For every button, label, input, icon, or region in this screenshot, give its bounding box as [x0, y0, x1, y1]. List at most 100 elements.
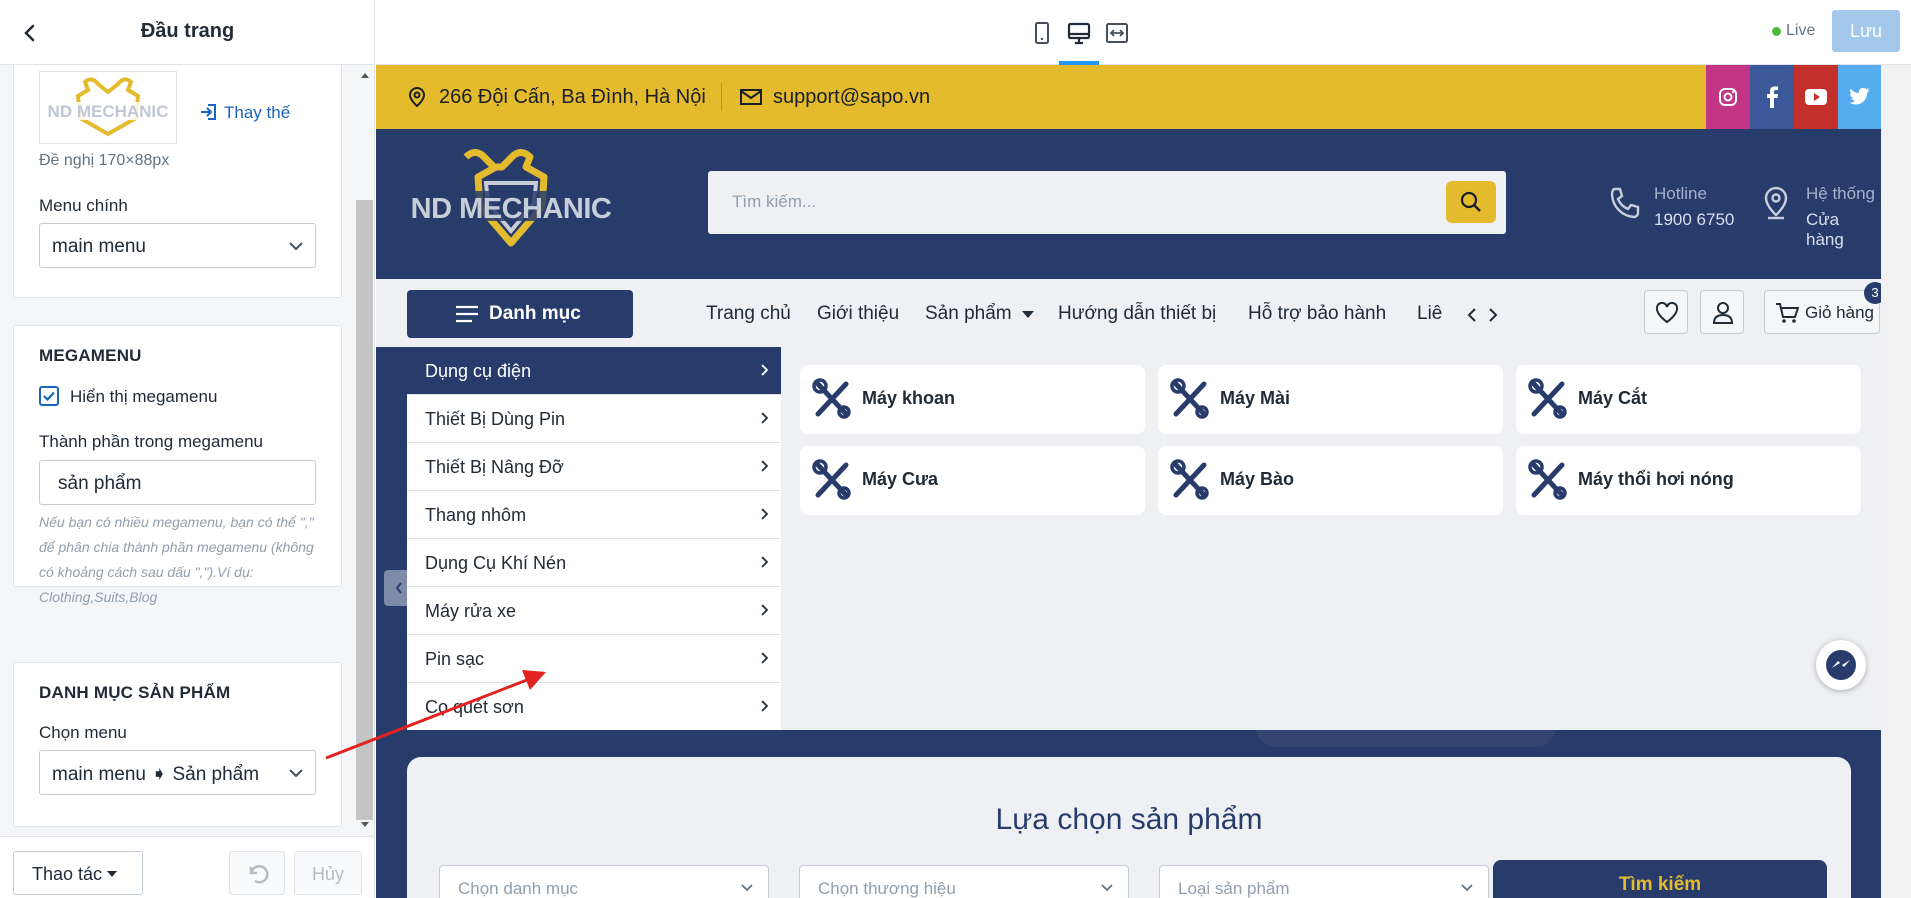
search-bar[interactable]: Tìm kiếm... [708, 171, 1506, 234]
preview-scrollbar[interactable] [1881, 65, 1911, 898]
cart-button[interactable]: Giỏ hàng [1764, 290, 1880, 334]
wishlist-button[interactable] [1644, 290, 1688, 334]
chevron-right-icon [761, 700, 769, 712]
product-search-button[interactable]: Tìm kiếm [1493, 860, 1827, 898]
show-megamenu-checkbox[interactable] [39, 386, 59, 406]
nav-about[interactable]: Giới thiệu [817, 303, 899, 325]
category-item[interactable]: Cọ quét sơn [407, 683, 781, 731]
category-item[interactable]: Thiết Bị Dùng Pin [407, 395, 781, 443]
undo-button[interactable] [229, 851, 285, 895]
actions-button[interactable]: Thao tác [13, 851, 143, 895]
category-filter-select[interactable]: Chọn danh mục [439, 865, 769, 898]
category-item[interactable]: Dụng cụ điện [407, 347, 781, 395]
megamenu-title: MEGAMENU [39, 346, 142, 365]
twitter-link[interactable] [1838, 65, 1881, 129]
nav-device-guide[interactable]: Hướng dẫn thiết bị [1058, 303, 1216, 325]
stores-value[interactable]: Cửa hàng [1806, 210, 1881, 250]
messenger-button[interactable] [1816, 640, 1866, 690]
subcategory-card[interactable]: Máy Bào [1158, 446, 1503, 515]
category-item[interactable]: Dụng Cụ Khí Nén [407, 539, 781, 587]
megamenu-card: MEGAMENU Hiển thị megamenu Thành phần tr… [13, 325, 342, 605]
store-address: 266 Đội Cấn, Ba Đình, Hà Nội [439, 86, 706, 108]
subcategory-label: Máy Bào [1220, 469, 1295, 489]
subcategory-card[interactable]: Máy thổi hơi nóng [1516, 446, 1861, 515]
brand-filter-select[interactable]: Chọn thương hiệu [799, 865, 1129, 898]
main-menu-label: Menu chính [39, 196, 128, 215]
logo-text: ND MECHANIC [410, 193, 612, 225]
category-list: Dụng cụ điện Thiết Bị Dùng Pin Thiết Bị … [407, 347, 781, 730]
scroll-down-icon[interactable] [360, 821, 370, 829]
tools-icon [812, 378, 851, 419]
tools-icon [1528, 459, 1567, 500]
chevron-down-icon [1101, 884, 1113, 892]
store-email[interactable]: support@sapo.vn [773, 86, 930, 109]
site-logo[interactable]: ND MECHANIC [406, 145, 616, 257]
desktop-view-button[interactable] [1064, 18, 1094, 48]
cart-icon [1776, 303, 1799, 323]
panel-scrollbar-thumb[interactable] [356, 200, 373, 820]
caret-down-icon [107, 871, 117, 877]
nav-prev-icon[interactable] [1466, 307, 1478, 323]
replace-label: Thay thế [224, 103, 291, 122]
fullwidth-view-button[interactable] [1102, 18, 1132, 48]
twitter-icon [1849, 87, 1870, 105]
tools-icon [1528, 378, 1567, 419]
cancel-button[interactable]: Hủy [294, 851, 362, 895]
type-filter-select[interactable]: Loại sản phẩm [1159, 865, 1489, 898]
location-icon [408, 86, 426, 108]
nav-home[interactable]: Trang chủ [706, 303, 791, 325]
logo-thumbnail[interactable]: ND MECHANIC [39, 71, 177, 144]
category-menu-value: main menu ➧ Sản phẩm [52, 764, 260, 785]
save-button[interactable]: Lưu [1832, 10, 1900, 52]
panel-title: Đầu trang [140, 20, 235, 42]
info-divider [721, 83, 722, 111]
nav-next-icon[interactable] [1487, 307, 1499, 323]
logo-menu-card: ND MECHANIC Thay thế Đề nghị 170×88px Me… [13, 65, 342, 298]
chevron-right-icon [761, 364, 769, 376]
panel-footer: Thao tác Hủy [0, 836, 374, 898]
store-preview[interactable]: 266 Đội Cấn, Ba Đình, Hà Nội support@sap… [376, 65, 1881, 898]
subcategory-card[interactable]: Máy Cưa [800, 446, 1145, 515]
hotline-value[interactable]: 1900 6750 [1654, 210, 1734, 230]
store-location-icon [1764, 186, 1788, 220]
product-search-label: Tìm kiếm [1618, 874, 1702, 895]
category-item[interactable]: Thiết Bị Nâng Đỡ [407, 443, 781, 491]
nav-products[interactable]: Sản phẩm [925, 303, 1012, 325]
megamenu-components-input[interactable]: sản phẩm [39, 460, 316, 505]
panel-content[interactable]: ND MECHANIC Thay thế Đề nghị 170×88px Me… [0, 65, 374, 835]
chevron-down-icon [289, 769, 303, 778]
top-info-bar: 266 Đội Cấn, Ba Đình, Hà Nội support@sap… [376, 65, 1881, 129]
search-placeholder: Tìm kiếm... [732, 192, 817, 211]
subcategory-card[interactable]: Máy Mài [1158, 365, 1503, 434]
subcategory-label: Máy Cưa [862, 469, 939, 489]
category-item[interactable]: Thang nhôm [407, 491, 781, 539]
account-button[interactable] [1700, 290, 1744, 334]
editor-toolbar: Live Lưu [376, 0, 1911, 65]
search-button[interactable] [1446, 181, 1496, 223]
nav-contact[interactable]: Liê [1417, 303, 1442, 325]
chevron-down-icon [289, 242, 303, 251]
tools-icon [812, 459, 851, 500]
show-megamenu-label: Hiển thị megamenu [70, 387, 218, 406]
nav-warranty[interactable]: Hỗ trợ bảo hành [1248, 303, 1386, 325]
checkmark-icon [43, 391, 55, 402]
subcategory-card[interactable]: Máy Cắt [1516, 365, 1861, 434]
megamenu-hint: Nếu bạn có nhiều megamenu, bạn có thể ",… [39, 514, 314, 605]
subcategory-card[interactable]: Máy khoan [800, 365, 1145, 434]
youtube-link[interactable] [1794, 65, 1838, 129]
main-menu-select[interactable]: main menu [39, 223, 316, 268]
subcategory-label: Máy Mài [1220, 388, 1291, 408]
instagram-link[interactable] [1706, 65, 1750, 129]
category-menu-button[interactable]: Danh mục [407, 290, 633, 338]
category-item[interactable]: Máy rửa xe [407, 587, 781, 635]
category-menu-select[interactable]: main menu ➧ Sản phẩm [39, 750, 316, 795]
cart-label: Giỏ hàng [1805, 303, 1874, 322]
facebook-link[interactable] [1750, 65, 1794, 129]
chevron-left-icon [395, 582, 402, 594]
chevron-down-icon [1461, 884, 1473, 892]
category-item[interactable]: Pin sạc [407, 635, 781, 683]
scroll-up-icon[interactable] [360, 71, 370, 79]
mobile-view-button[interactable] [1027, 18, 1057, 48]
megamenu-components-label: Thành phần trong megamenu [39, 432, 263, 451]
messenger-icon [1826, 650, 1856, 680]
